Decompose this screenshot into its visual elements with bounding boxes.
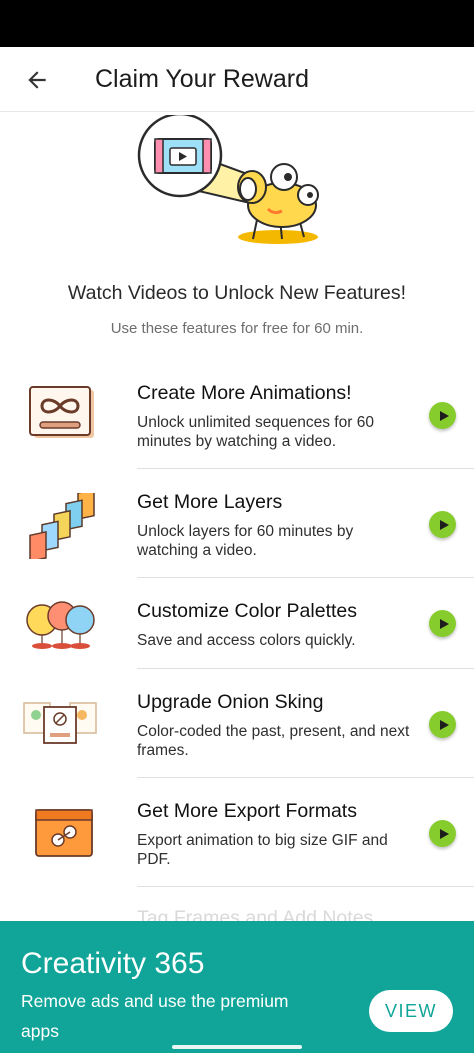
feature-description: Unlock unlimited sequences for 60 minute… bbox=[137, 414, 374, 450]
status-bar bbox=[0, 0, 474, 47]
divider bbox=[137, 886, 474, 887]
feature-item-animations[interactable]: Create More Animations! Unlock unlimited… bbox=[0, 362, 474, 472]
play-icon[interactable] bbox=[429, 402, 456, 429]
promo-description: Remove ads and use the premium apps bbox=[21, 991, 289, 1041]
divider bbox=[137, 468, 474, 469]
play-icon[interactable] bbox=[429, 711, 456, 738]
export-folder-icon bbox=[35, 809, 93, 857]
play-icon[interactable] bbox=[429, 820, 456, 847]
feature-description: Color-coded the past, present, and next … bbox=[137, 723, 410, 759]
divider bbox=[137, 668, 474, 669]
page-title: Claim Your Reward bbox=[95, 65, 309, 93]
feature-item-layers[interactable]: Get More Layers Unlock layers for 60 min… bbox=[0, 471, 474, 581]
hero-illustration bbox=[137, 115, 319, 244]
hero-subtext: Use these features for free for 60 min. bbox=[110, 320, 364, 337]
onion-frames-icon bbox=[23, 702, 97, 744]
stacked-layers-icon bbox=[29, 493, 95, 559]
home-indicator bbox=[172, 1045, 302, 1049]
promo-title: Creativity 365 bbox=[21, 947, 205, 980]
feature-title: Create More Animations! bbox=[137, 382, 352, 404]
view-button[interactable]: VIEW bbox=[369, 990, 453, 1032]
divider bbox=[137, 577, 474, 578]
feature-description: Save and access colors quickly. bbox=[137, 632, 356, 649]
feature-item-export[interactable]: Get More Export Formats Export animation… bbox=[0, 780, 474, 890]
infinity-frame-icon bbox=[29, 386, 94, 438]
play-icon[interactable] bbox=[429, 610, 456, 637]
feature-title: Get More Layers bbox=[137, 491, 283, 513]
feature-title: Get More Export Formats bbox=[137, 800, 357, 822]
hero-headline: Watch Videos to Unlock New Features! bbox=[67, 282, 407, 304]
feature-title: Customize Color Palettes bbox=[137, 600, 358, 622]
divider bbox=[137, 777, 474, 778]
premium-banner: Creativity 365 Remove ads and use the pr… bbox=[0, 921, 474, 1053]
arrow-left-icon bbox=[28, 71, 46, 89]
feature-title: Upgrade Onion Sking bbox=[137, 691, 324, 713]
back-button[interactable] bbox=[20, 63, 54, 97]
app-bar: Claim Your Reward bbox=[0, 47, 474, 112]
feature-description: Export animation to big size GIF and PDF… bbox=[137, 832, 388, 868]
feature-description: Unlock layers for 60 minutes by watching… bbox=[137, 523, 354, 559]
color-balloons-icon bbox=[26, 601, 95, 649]
feature-item-onion[interactable]: Upgrade Onion Sking Color-coded the past… bbox=[0, 671, 474, 781]
play-icon[interactable] bbox=[429, 511, 456, 538]
